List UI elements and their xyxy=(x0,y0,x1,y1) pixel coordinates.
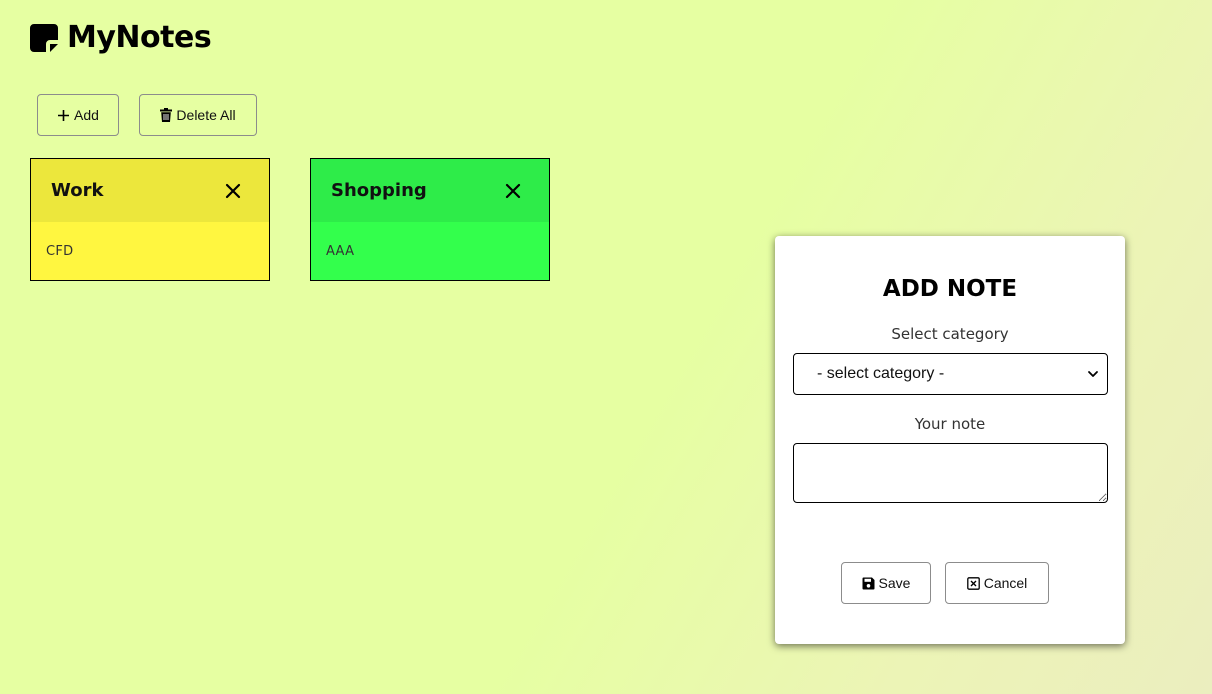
modal-title: ADD NOTE xyxy=(882,276,1018,302)
x-square-icon xyxy=(966,576,980,590)
trash-icon xyxy=(160,108,173,122)
note-card: Shopping AAA xyxy=(310,158,550,281)
app-title: MyNotes xyxy=(67,20,212,55)
delete-all-button[interactable]: Delete All xyxy=(139,94,257,136)
note-text: CFD xyxy=(31,222,269,280)
note-textarea[interactable] xyxy=(793,443,1108,503)
category-label: Select category xyxy=(891,325,1009,343)
sticky-note-icon xyxy=(30,23,58,52)
note-header: Work xyxy=(31,159,269,222)
delete-all-button-label: Delete All xyxy=(176,107,236,123)
floppy-disk-icon xyxy=(862,577,875,589)
chevron-down-icon xyxy=(1088,371,1098,377)
save-button-label: Save xyxy=(878,575,911,591)
note-label: Your note xyxy=(914,415,986,433)
add-note-modal: ADD NOTE Select category - select catego… xyxy=(775,236,1125,644)
note-header: Shopping xyxy=(311,159,549,222)
add-note-button[interactable]: Add xyxy=(37,94,119,136)
add-button-label: Add xyxy=(74,107,99,123)
note-category-title: Work xyxy=(51,180,104,201)
note-category-title: Shopping xyxy=(331,180,427,201)
save-button[interactable]: Save xyxy=(841,562,931,604)
close-icon[interactable] xyxy=(225,183,241,199)
cancel-button-label: Cancel xyxy=(983,575,1028,591)
category-select-value: - select category - xyxy=(817,365,945,382)
note-card: Work CFD xyxy=(30,158,270,281)
app-brand: MyNotes xyxy=(30,20,212,55)
close-icon[interactable] xyxy=(505,183,521,199)
cancel-button[interactable]: Cancel xyxy=(945,562,1049,604)
category-select[interactable]: - select category - xyxy=(793,353,1108,395)
plus-icon xyxy=(58,109,70,121)
note-text: AAA xyxy=(311,222,549,280)
